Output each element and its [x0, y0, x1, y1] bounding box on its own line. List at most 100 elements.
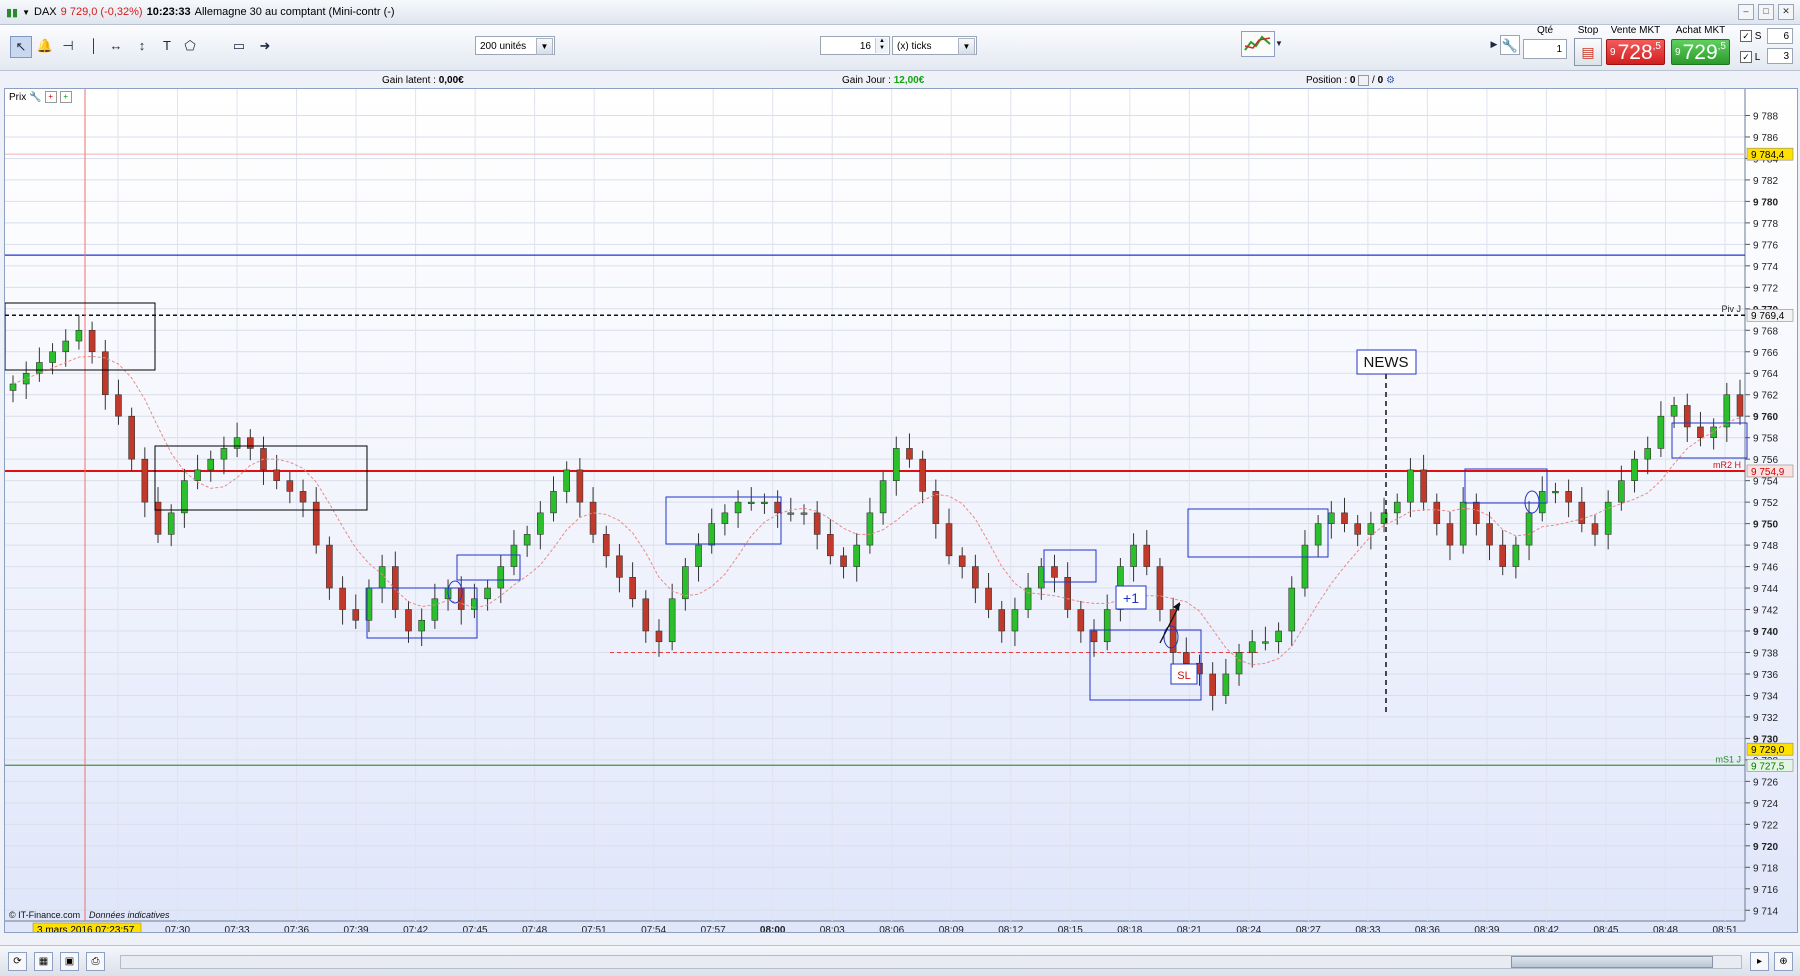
- text-tool-icon[interactable]: T: [157, 36, 177, 56]
- chart-canvas[interactable]: 9 7889 7869 7849 7829 7809 7789 7769 774…: [5, 89, 1797, 932]
- price-badge-text-mr2: 9 754,9: [1751, 467, 1785, 478]
- wrench-icon[interactable]: 🔧: [1500, 35, 1520, 55]
- stop-loss-label: SL: [1177, 670, 1190, 682]
- candle: [1591, 523, 1599, 535]
- horizontal-line-tool-icon[interactable]: ⊣: [58, 36, 78, 56]
- candle: [1670, 405, 1678, 417]
- candle: [958, 555, 966, 567]
- y-tick-label: 9 764: [1753, 369, 1778, 380]
- close-button[interactable]: ✕: [1778, 4, 1794, 20]
- candle: [9, 383, 17, 391]
- candle: [286, 480, 294, 492]
- bottom-bar: ⟳ ▦ ▣ ⎙ ▸ ⊕: [0, 945, 1800, 976]
- checkbox-checked-icon[interactable]: ✓: [1740, 51, 1752, 63]
- sell-market-button[interactable]: 9 728,5: [1606, 39, 1665, 65]
- s-checkbox[interactable]: ✓ S: [1740, 30, 1761, 42]
- candle: [1512, 544, 1520, 567]
- chevron-down-icon[interactable]: ▼: [958, 38, 975, 55]
- chart-type-icon[interactable]: ▮▮: [6, 6, 18, 19]
- candle: [1051, 566, 1058, 578]
- gain-jour-label: Gain Jour :: [842, 75, 891, 86]
- candle: [312, 501, 320, 546]
- candle: [616, 555, 623, 578]
- add-indicator-icon[interactable]: +: [44, 91, 57, 103]
- candle: [1341, 512, 1348, 524]
- x-tick-label: 08:33: [1355, 925, 1380, 932]
- save-icon[interactable]: ▣: [60, 952, 79, 971]
- y-tick-label: 9 754: [1753, 477, 1778, 488]
- checkbox-checked-icon[interactable]: ✓: [1740, 30, 1752, 42]
- moving-average-line: [12, 355, 1741, 666]
- y-tick-label: 9 740: [1753, 627, 1778, 638]
- sell-label: Vente MKT: [1610, 25, 1661, 36]
- copyright-note: Données indicatives: [89, 910, 170, 920]
- candle: [220, 448, 228, 460]
- x-tick-label: 07:39: [344, 925, 369, 932]
- buy-price-decimal: ,5: [1717, 41, 1726, 52]
- instrument-name[interactable]: DAX: [34, 6, 57, 18]
- position-settings-icon[interactable]: ⚙: [1386, 75, 1395, 86]
- l-checkbox[interactable]: ✓ L: [1740, 51, 1760, 63]
- qty-value: 1: [1556, 44, 1562, 55]
- polygon-tool-icon[interactable]: ⬠: [180, 36, 200, 56]
- candle: [49, 351, 56, 363]
- x-tick-label: 08:39: [1474, 925, 1499, 932]
- candle: [75, 329, 83, 342]
- maximize-button[interactable]: □: [1758, 4, 1774, 20]
- print-icon[interactable]: ⎙: [86, 952, 105, 971]
- refresh-icon[interactable]: ⟳: [8, 952, 27, 971]
- candle: [1103, 609, 1111, 643]
- chevron-down-icon[interactable]: ▼: [1274, 34, 1284, 54]
- scroll-right-icon[interactable]: ▸: [1750, 952, 1769, 971]
- horizontal-scrollbar[interactable]: [120, 955, 1742, 969]
- candle: [1446, 523, 1454, 546]
- wrench-icon[interactable]: 🔧: [29, 92, 41, 103]
- candle: [1433, 501, 1441, 524]
- indicators-chart-icon[interactable]: [1241, 31, 1275, 57]
- y-tick-label: 9 778: [1753, 219, 1778, 230]
- chevron-down-icon[interactable]: ▼: [22, 8, 30, 17]
- zoom-icon[interactable]: ⊕: [1774, 952, 1793, 971]
- price-chart[interactable]: 9 7889 7869 7849 7829 7809 7789 7769 774…: [4, 88, 1798, 933]
- candle: [405, 609, 412, 632]
- scrollbar-thumb[interactable]: [1511, 956, 1713, 968]
- ticks-spinner[interactable]: 16 ▲ ▼: [820, 36, 890, 55]
- horizontal-range-tool-icon[interactable]: ↔: [106, 36, 126, 56]
- alert-bell-icon[interactable]: 🔔: [35, 36, 55, 56]
- arrow-tool-icon[interactable]: ➜: [255, 36, 275, 56]
- line-label-mr2: mR2 H: [1713, 460, 1741, 470]
- gain-jour: Gain Jour : 12,00€: [842, 75, 924, 86]
- price-change: 9 729,0 (-0,32%): [60, 6, 143, 18]
- candle: [246, 437, 254, 449]
- candle: [418, 619, 425, 632]
- x-tick-label: 08:18: [1117, 925, 1142, 932]
- vertical-range-tool-icon[interactable]: ↕: [132, 36, 152, 56]
- buy-market-button[interactable]: 9 729,5: [1671, 39, 1730, 65]
- l-value-input[interactable]: 3: [1767, 48, 1793, 64]
- y-tick-label: 9 758: [1753, 434, 1778, 445]
- s-value-input[interactable]: 6: [1767, 28, 1793, 44]
- candle: [1552, 491, 1559, 494]
- chevron-down-icon[interactable]: ▼: [536, 38, 553, 55]
- vertical-line-tool-icon[interactable]: │: [84, 36, 104, 56]
- stop-order-icon[interactable]: ▤: [1574, 38, 1602, 66]
- add-panel-icon[interactable]: +: [59, 91, 72, 103]
- candle: [273, 469, 280, 481]
- layout-icon[interactable]: ▦: [34, 952, 53, 971]
- y-tick-label: 9 744: [1753, 584, 1778, 595]
- pointer-tool-icon[interactable]: ↖: [10, 36, 32, 58]
- candle: [484, 587, 491, 600]
- minimize-button[interactable]: –: [1738, 4, 1754, 20]
- qty-input[interactable]: 1: [1523, 39, 1567, 59]
- position-detail-icon[interactable]: [1358, 75, 1370, 86]
- y-tick-label: 9 774: [1753, 262, 1778, 273]
- candle: [207, 458, 215, 471]
- spinner-arrows-icon[interactable]: ▲ ▼: [875, 38, 888, 53]
- ticks-unit-select[interactable]: (x) ticks ▼: [892, 36, 977, 55]
- collapse-arrow-icon[interactable]: ▶: [1490, 34, 1498, 54]
- candle: [1143, 544, 1151, 567]
- sell-price: 728: [1617, 41, 1653, 64]
- rectangle-tool-icon[interactable]: ▭: [229, 36, 249, 56]
- units-select[interactable]: 200 unités ▼: [475, 36, 555, 55]
- candle: [1209, 673, 1216, 696]
